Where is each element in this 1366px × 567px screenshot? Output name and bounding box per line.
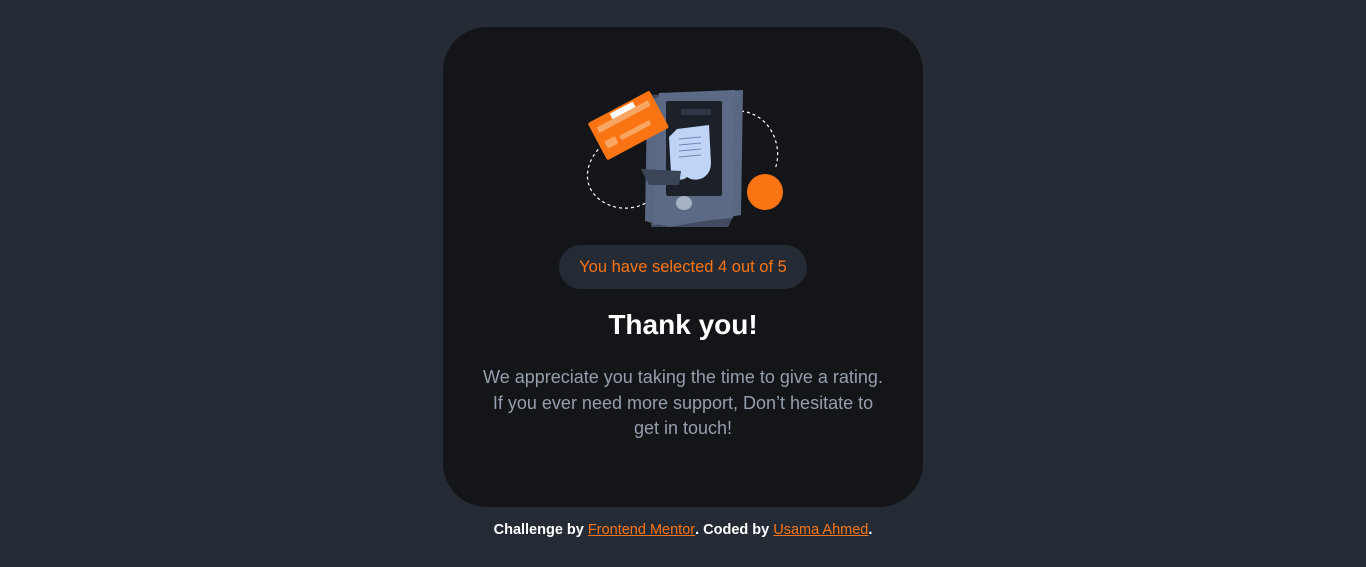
selection-text: You have selected 4 out of 5 bbox=[579, 258, 787, 276]
attribution-suffix: . bbox=[868, 522, 873, 538]
attribution-middle: . Coded by bbox=[695, 522, 774, 538]
author-link[interactable]: Usama Ahmed bbox=[773, 522, 868, 538]
frontend-mentor-link[interactable]: Frontend Mentor bbox=[588, 522, 695, 538]
payment-phone-illustration bbox=[586, 90, 783, 227]
selection-badge: You have selected 4 out of 5 bbox=[559, 245, 807, 289]
thank-you-card: You have selected 4 out of 5 Thank you! … bbox=[443, 27, 923, 507]
thank-you-message: We appreciate you taking the time to giv… bbox=[483, 367, 883, 438]
attribution-footer: Challenge by Frontend Mentor. Coded by U… bbox=[0, 520, 1366, 540]
page-title: Thank you! bbox=[608, 309, 758, 340]
page: You have selected 4 out of 5 Thank you! … bbox=[0, 0, 1366, 567]
attribution-prefix: Challenge by bbox=[493, 522, 588, 538]
